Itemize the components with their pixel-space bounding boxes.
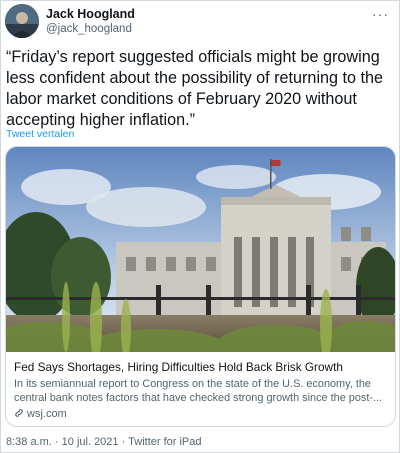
link-preview-card[interactable]: Fed Says Shortages, Hiring Difficulties … [5,146,396,427]
federal-reserve-building-image [6,147,395,352]
tweet-metadata: 8:38 a.m. · 10 jul. 2021 · Twitter for i… [6,436,202,448]
link-icon [14,408,24,421]
tweet-source[interactable]: Twitter for iPad [128,436,201,448]
tweet-text: “Friday’s report suggested officials mig… [6,48,384,129]
author-name[interactable]: Jack Hoogland [46,7,135,21]
card-description: In its semiannual report to Congress on … [14,378,383,404]
tweet-date[interactable]: 10 jul. 2021 [62,436,119,448]
meta-separator: · [121,436,126,448]
card-title[interactable]: Fed Says Shortages, Hiring Difficulties … [14,360,389,374]
avatar-image [5,4,39,38]
author-handle[interactable]: @jack_hoogland [46,23,132,35]
tweet-header: Jack Hoogland @jack_hoogland ··· [5,4,395,40]
avatar[interactable] [5,4,39,38]
more-options-icon[interactable]: ··· [372,6,389,22]
meta-separator: · [54,436,59,448]
tweet-time[interactable]: 8:38 a.m. [6,436,52,448]
card-domain-text: wsj.com [27,408,67,420]
card-domain[interactable]: wsj.com [14,408,67,421]
translate-tweet-link[interactable]: Tweet vertalen [6,128,74,140]
